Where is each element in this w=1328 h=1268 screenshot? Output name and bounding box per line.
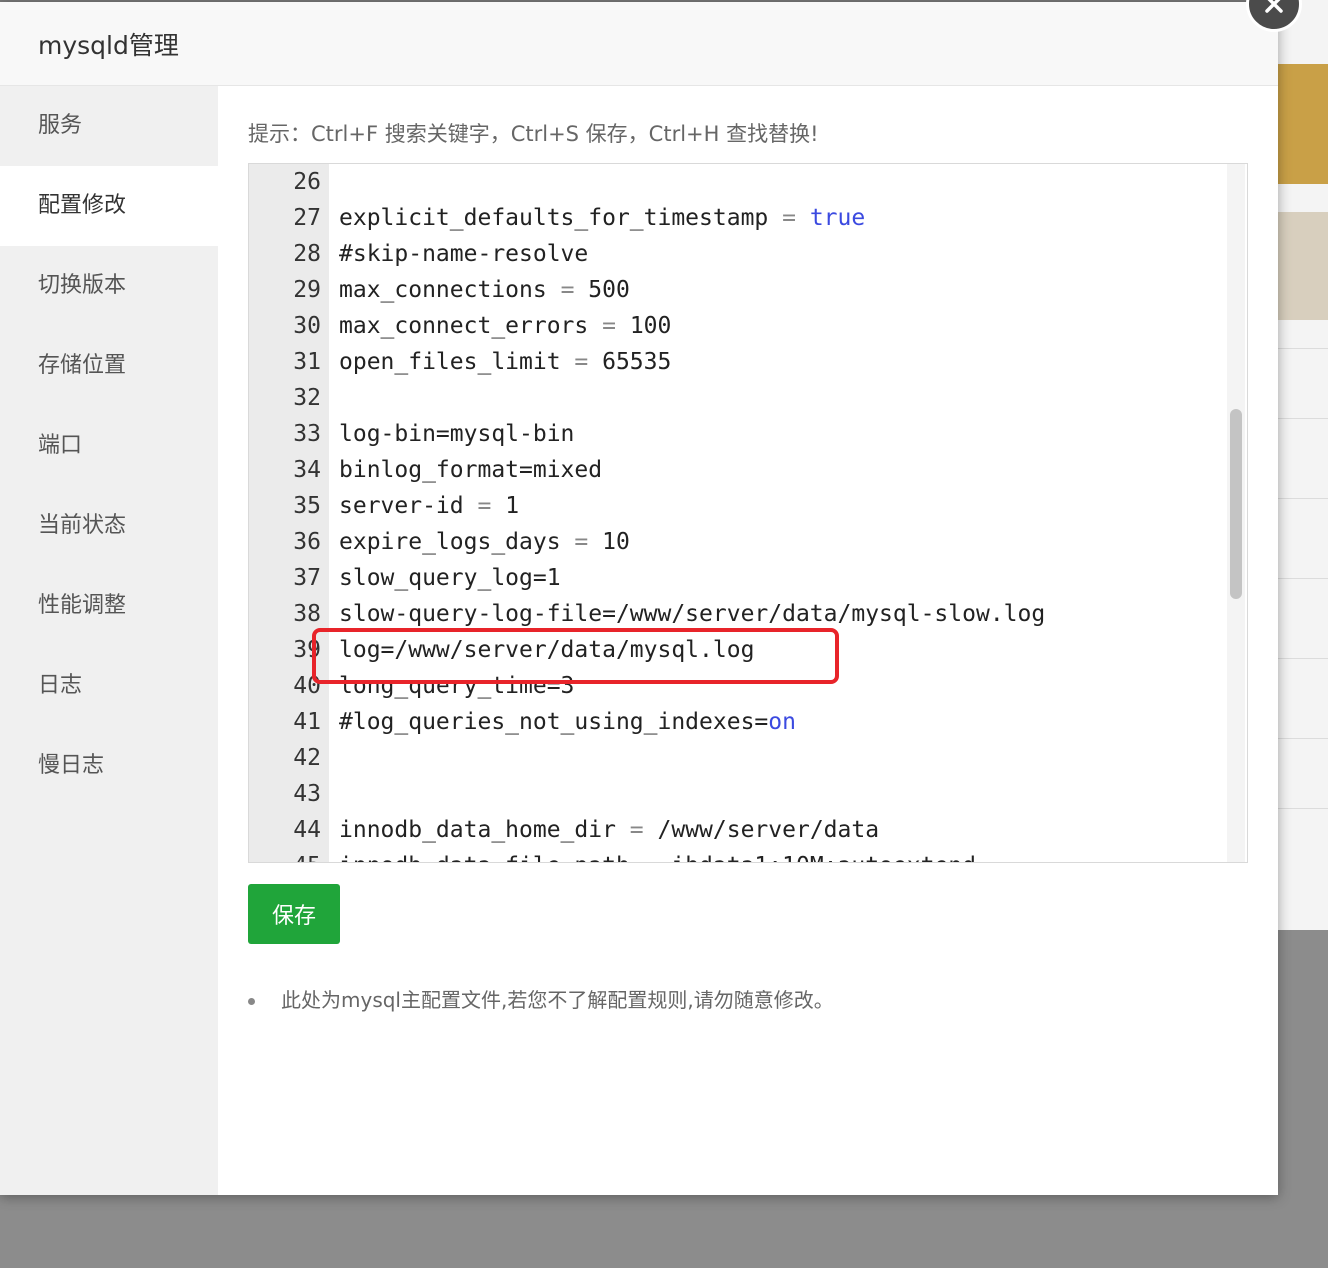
line-number: 36 [293,529,321,555]
line-number: 41 [293,709,321,735]
code-line[interactable]: 42 [249,740,1247,776]
line-number: 31 [293,349,321,375]
code-line[interactable]: 36 expire_logs_days = 10 [249,524,1247,560]
code-line[interactable]: 34 binlog_format=mixed [249,452,1247,488]
config-warning-note: 此处为mysql主配置文件,若您不了解配置规则,请勿随意修改。 [248,984,834,1013]
line-number: 35 [293,493,321,519]
line-number: 29 [293,277,321,303]
code-text: max_connect_errors = 100 [339,313,672,339]
code-line[interactable]: 26 [249,164,1247,200]
background-banner [1278,64,1328,184]
line-number: 37 [293,565,321,591]
code-line[interactable]: 44 innodb_data_home_dir = /www/server/dat… [249,812,1247,848]
line-number: 44 [293,817,321,843]
code-text: open_files_limit = 65535 [339,349,672,375]
code-text: #log_queries_not_using_indexes=on [339,709,796,735]
save-button[interactable]: 保存 [248,884,340,944]
background-row-divider [1278,808,1328,809]
code-line[interactable]: 32 [249,380,1247,416]
code-text: server-id = 1 [339,493,520,519]
line-number: 40 [293,673,321,699]
line-number: 39 [293,637,321,663]
background-row-divider [1278,418,1328,419]
line-number: 30 [293,313,321,339]
line-number: 45 [249,848,321,862]
code-line[interactable]: 27 explicit_defaults_for_timestamp = true [249,200,1247,236]
code-text: slow_query_log=1 [339,565,561,591]
background-row-divider [1278,738,1328,739]
code-line[interactable]: 31 open_files_limit = 65535 [249,344,1247,380]
code-text: max_connections = 500 [339,277,630,303]
red-highlight-annotation [312,628,839,684]
dialog-title: mysqld管理 [38,31,179,60]
sidebar-item-port[interactable]: 端口 [0,406,218,486]
line-number: 27 [293,205,321,231]
sidebar-item-status[interactable]: 当前状态 [0,486,218,566]
background-panel [1278,212,1328,320]
code-line[interactable]: 33 log-bin=mysql-bin [249,416,1247,452]
bullet-icon [248,998,255,1005]
sidebar-item-log[interactable]: 日志 [0,646,218,726]
code-line[interactable]: 35 server-id = 1 [249,488,1247,524]
line-number: 42 [293,745,321,771]
code-text: binlog_format=mixed [339,457,603,483]
close-icon [1265,0,1283,13]
sidebar-item-performance[interactable]: 性能调整 [0,566,218,646]
code-line[interactable]: 41 #log_queries_not_using_indexes=on [249,704,1247,740]
background-row-divider [1278,658,1328,659]
code-text: slow-query-log-file=/www/server/data/mys… [339,601,1046,627]
code-text: explicit_defaults_for_timestamp = true [339,205,866,231]
sidebar-item-storage[interactable]: 存储位置 [0,326,218,406]
line-number: 26 [293,169,321,195]
line-number: 34 [293,457,321,483]
sidebar-item-switch-version[interactable]: 切换版本 [0,246,218,326]
sidebar: 服务 配置修改 切换版本 存储位置 端口 当前状态 性能调整 日志 慢日志 [0,86,218,1195]
code-text: expire_logs_days = 10 [339,529,630,555]
code-lines[interactable]: 26 27 explicit_defaults_for_timestamp = tr… [249,164,1247,862]
background-row-divider [1278,578,1328,579]
shortcut-hint: 提示：Ctrl+F 搜索关键字，Ctrl+S 保存，Ctrl+H 查找替换! [248,122,819,146]
mysqld-dialog: mysqld管理 服务 配置修改 切换版本 存储位置 端口 当前状态 性能调整 … [0,2,1278,1195]
config-editor[interactable]: 26 27 explicit_defaults_for_timestamp = tr… [248,163,1248,863]
line-number: 33 [293,421,321,447]
code-line[interactable]: 43 [249,776,1247,812]
code-line[interactable]: 30 max_connect_errors = 100 [249,308,1247,344]
dialog-titlebar: mysqld管理 [0,2,1278,86]
code-text: innodb_data_file_path = ibdata1:10M:auto… [339,848,976,862]
sidebar-item-config[interactable]: 配置修改 [0,166,218,246]
code-line[interactable]: 38 slow-query-log-file=/www/server/data/m… [249,596,1247,632]
background-row-divider [1278,498,1328,499]
code-line[interactable]: 45 innodb_data_file_path = ibdata1:10M:au… [249,848,1247,862]
line-number: 43 [293,781,321,807]
line-number: 32 [293,385,321,411]
code-line[interactable]: 37 slow_query_log=1 [249,560,1247,596]
line-number: 38 [293,601,321,627]
background-row-divider [1278,348,1328,349]
sidebar-item-slow-log[interactable]: 慢日志 [0,726,218,806]
config-warning-text: 此处为mysql主配置文件,若您不了解配置规则,请勿随意修改。 [281,988,834,1012]
code-line[interactable]: 28 #skip-name-resolve [249,236,1247,272]
sidebar-item-service[interactable]: 服务 [0,86,218,166]
line-number: 28 [293,241,321,267]
code-text: #skip-name-resolve [339,241,589,267]
code-text: innodb_data_home_dir = /www/server/data [339,817,880,843]
code-text: log-bin=mysql-bin [339,421,575,447]
editor-scrollbar-thumb[interactable] [1230,409,1242,599]
code-line[interactable]: 29 max_connections = 500 [249,272,1247,308]
